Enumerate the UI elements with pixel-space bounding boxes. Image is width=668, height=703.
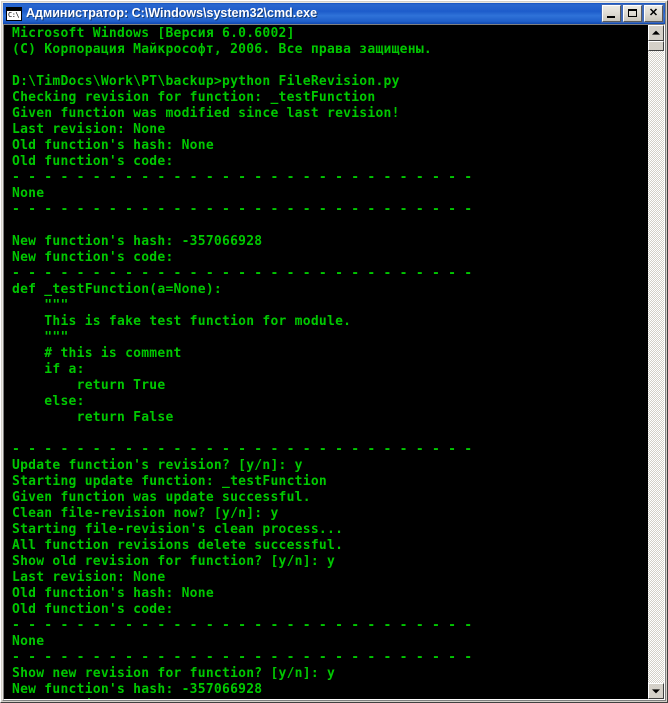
maximize-button[interactable] <box>622 4 643 23</box>
maximize-icon <box>628 9 637 17</box>
window-title: Администратор: C:\Windows\system32\cmd.e… <box>26 6 318 20</box>
close-button[interactable]: ✕ <box>643 4 664 23</box>
window-controls: ✕ <box>601 4 664 23</box>
console-output-text: Microsoft Windows [Версия 6.0.6002] (C) … <box>12 26 473 699</box>
icon-prompt-text: C:\ <box>8 10 20 19</box>
minimize-button[interactable] <box>601 4 622 23</box>
title-bar[interactable]: C:\ Администратор: C:\Windows\system32\c… <box>3 3 665 24</box>
cmd-console-icon: C:\ <box>6 6 22 21</box>
cmd-window: C:\ Администратор: C:\Windows\system32\c… <box>0 0 668 703</box>
scrollbar-track[interactable] <box>648 41 664 683</box>
scrollbar-thumb[interactable] <box>648 41 664 51</box>
close-icon: ✕ <box>648 7 659 19</box>
console-client-area: Microsoft Windows [Версия 6.0.6002] (C) … <box>3 24 665 700</box>
scroll-up-arrow-icon[interactable] <box>648 25 664 41</box>
minimize-icon <box>607 16 615 18</box>
vertical-scrollbar[interactable] <box>647 25 664 699</box>
console-output-panel[interactable]: Microsoft Windows [Версия 6.0.6002] (C) … <box>4 25 647 699</box>
scroll-down-arrow-icon[interactable] <box>648 683 664 699</box>
